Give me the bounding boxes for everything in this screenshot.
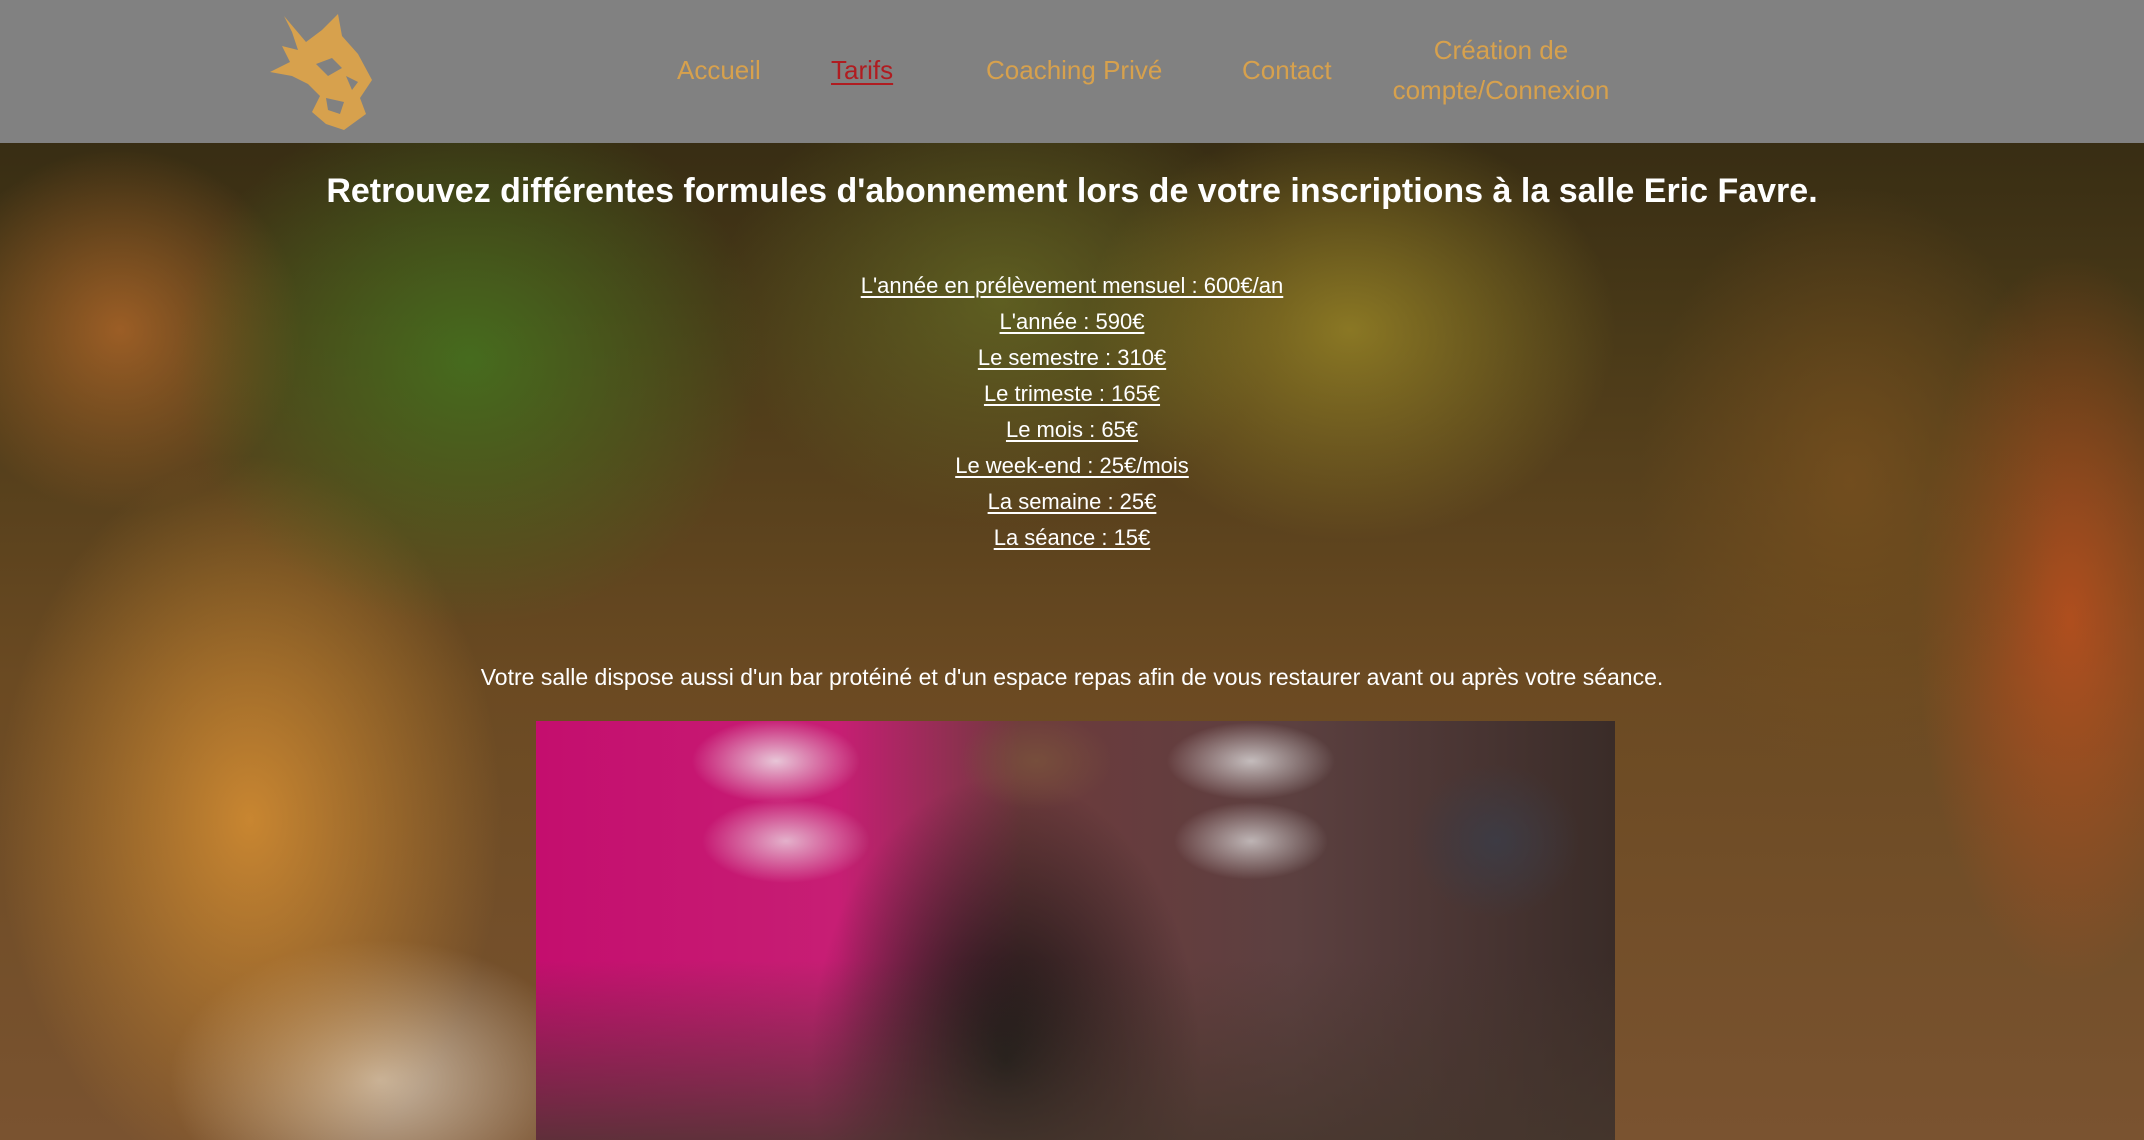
- price-item: Le mois : 65€: [0, 412, 2144, 448]
- price-item: Le semestre : 310€: [0, 340, 2144, 376]
- price-item: L'année : 590€: [0, 304, 2144, 340]
- price-item: La séance : 15€: [0, 520, 2144, 556]
- price-link[interactable]: Le mois : 65€: [1006, 417, 1138, 442]
- nav-coaching-prive[interactable]: Coaching Privé: [986, 55, 1162, 86]
- price-link[interactable]: La semaine : 25€: [988, 489, 1157, 514]
- protein-bar-info: Votre salle dispose aussi d'un bar proté…: [480, 664, 1664, 690]
- price-item: Le week-end : 25€/mois: [0, 448, 2144, 484]
- price-list: L'année en prélèvement mensuel : 600€/an…: [0, 268, 2144, 556]
- price-link[interactable]: Le trimeste : 165€: [984, 381, 1160, 406]
- lynx-logo-icon[interactable]: [262, 6, 380, 134]
- price-link[interactable]: La séance : 15€: [994, 525, 1151, 550]
- price-link[interactable]: L'année : 590€: [1000, 309, 1145, 334]
- price-item: Le trimeste : 165€: [0, 376, 2144, 412]
- page-headline: Retrouvez différentes formules d'abonnem…: [326, 172, 1818, 210]
- nav-contact[interactable]: Contact: [1242, 55, 1332, 86]
- price-link[interactable]: Le semestre : 310€: [978, 345, 1166, 370]
- top-navbar: Accueil Tarifs Coaching Privé Contact Cr…: [0, 0, 2144, 143]
- price-link[interactable]: L'année en prélèvement mensuel : 600€/an: [861, 273, 1284, 298]
- price-item: L'année en prélèvement mensuel : 600€/an: [0, 268, 2144, 304]
- nav-tarifs[interactable]: Tarifs: [831, 55, 893, 86]
- nav-accueil[interactable]: Accueil: [677, 55, 761, 86]
- price-item: La semaine : 25€: [0, 484, 2144, 520]
- protein-bar-photo: [536, 721, 1615, 1140]
- price-link[interactable]: Le week-end : 25€/mois: [955, 453, 1189, 478]
- nav-account-login[interactable]: Création de compte/Connexion: [1386, 30, 1616, 110]
